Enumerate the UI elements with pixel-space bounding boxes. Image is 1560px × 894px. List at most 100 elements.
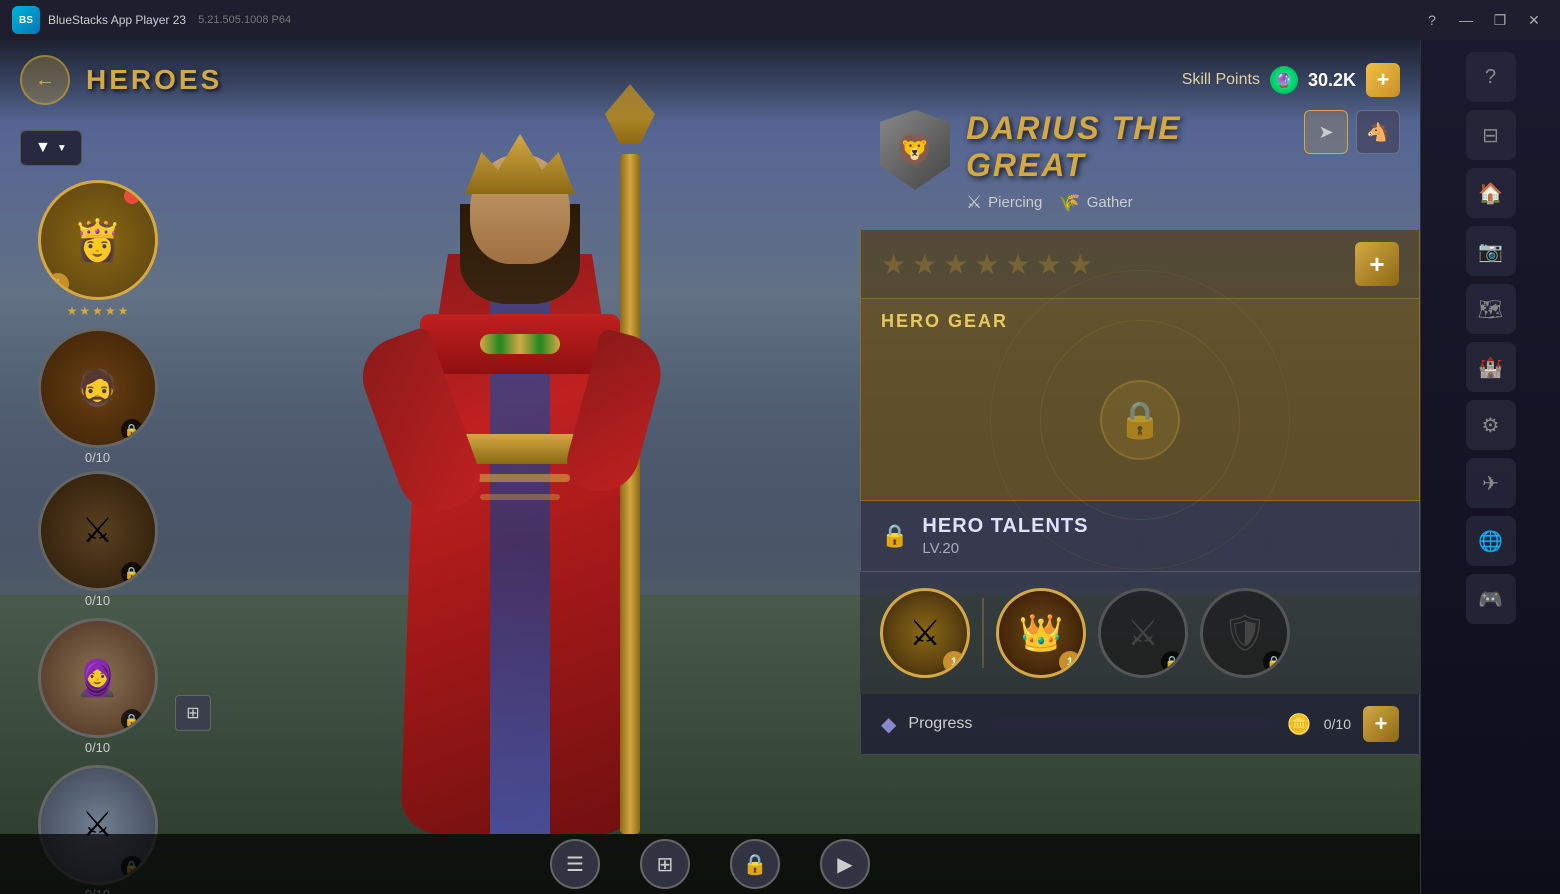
skill-points-label: Skill Points (1182, 71, 1260, 89)
skill-lock-4: 🔒 (1263, 651, 1285, 673)
bottom-list-button[interactable]: ☰ (550, 839, 600, 889)
crown (465, 134, 575, 194)
hero-item-2[interactable]: 🧔 🔒 0/10 (20, 328, 175, 465)
hero-lock-2: 🔒 (121, 419, 143, 441)
heroes-title: HEROES (86, 64, 222, 96)
grid-view-button[interactable]: ⊞ (175, 695, 211, 731)
piercing-label: Piercing (988, 194, 1042, 211)
skill-lock-3: 🔒 (1161, 651, 1183, 673)
back-icon: ← (35, 69, 55, 92)
bottom-lock-button[interactable]: 🔒 (730, 839, 780, 889)
hero-character-display (180, 54, 860, 834)
hero-tag-gather: 🌾 Gather (1058, 192, 1132, 213)
close-button[interactable]: ✕ (1520, 8, 1548, 32)
progress-coin-icon: 🪙 (1287, 712, 1312, 737)
talents-level: LV.20 (922, 540, 1399, 557)
filter-button[interactable]: ▼ ▼ (20, 130, 82, 166)
progress-section: ◆ Progress 🪙 0/10 + (860, 694, 1420, 755)
toolbar-screenshot-button[interactable]: 📷 (1466, 226, 1516, 276)
hero-gear-slots: 🔒 (861, 340, 1419, 500)
toolbar-settings-button[interactable]: ⚙ (1466, 400, 1516, 450)
title-bar-version: 5.21.505.1008 P64 (198, 14, 291, 26)
title-bar-controls: ? — ❐ ✕ (1418, 8, 1548, 32)
hero-action-btn-1[interactable]: ➤ (1304, 110, 1348, 154)
list-icon: ☰ (566, 852, 584, 877)
hero-badge-1 (124, 188, 140, 204)
skill-badge-2: 1 (1059, 651, 1081, 673)
hero-name: DARIUS THE GREAT (966, 110, 1288, 184)
hero-gear-title: HERO GEAR (861, 299, 1419, 340)
skill-icon-3[interactable]: ⚔ 🔒 (1098, 588, 1188, 678)
progress-label: Progress (908, 715, 972, 733)
action-arrow-icon: ➤ (1318, 122, 1333, 143)
forward-icon: ▶ (837, 852, 852, 877)
hero-count-3: 0/10 (20, 593, 175, 608)
hero-shield: 🦁 (880, 110, 950, 190)
star-empty-2: ★ (912, 248, 937, 281)
piercing-icon: ⚔ (966, 192, 982, 213)
toolbar-globe-button[interactable]: 🌐 (1466, 516, 1516, 566)
hero-item[interactable]: 👸 1 ★ ★ ★ ★ ★ (20, 180, 175, 318)
star-empty-7: ★ (1068, 248, 1093, 281)
hero-action-icons: ➤ 🐴 (1304, 110, 1400, 154)
hero-item-4[interactable]: 🧕 🔒 0/10 (20, 618, 175, 755)
hero-action-btn-2[interactable]: 🐴 (1356, 110, 1400, 154)
title-bar-left: BS BlueStacks App Player 23 5.21.505.100… (12, 6, 291, 34)
hero-list: 👸 1 ★ ★ ★ ★ ★ 🧔 🔒 0/10 ⊞ ⚔ (20, 180, 175, 894)
hero-avatar-3: ⚔ 🔒 (38, 471, 158, 591)
toolbar-map-button[interactable]: 🗺 (1466, 284, 1516, 334)
capture-icon: ⊞ (657, 852, 674, 877)
skill-icon-1[interactable]: ⚔ 1 (880, 588, 970, 678)
toolbar-castle-button[interactable]: 🏰 (1466, 342, 1516, 392)
hero-name-info: DARIUS THE GREAT ⚔ Piercing 🌾 Gather (966, 110, 1288, 213)
progress-add-button[interactable]: + (1363, 706, 1399, 742)
hero-figure (280, 74, 760, 834)
skill-icon-2[interactable]: 👑 1 (996, 588, 1086, 678)
star-empty-5: ★ (1005, 248, 1030, 281)
hero-stars-1: ★ ★ ★ ★ ★ (20, 304, 175, 318)
back-button[interactable]: ← (20, 55, 70, 105)
minimize-button[interactable]: — (1452, 8, 1480, 32)
shield-lion-icon: 🦁 (896, 133, 933, 168)
robe-stripe-2 (480, 494, 560, 500)
skill-points-value: 30.2K (1308, 70, 1356, 91)
hero-level-badge-1: 1 (47, 273, 69, 295)
toolbar-home-button[interactable]: 🏠 (1466, 168, 1516, 218)
restore-button[interactable]: ❐ (1486, 8, 1514, 32)
toolbar-controller-button[interactable]: 🎮 (1466, 574, 1516, 624)
stars-upgrade-button[interactable]: + (1355, 242, 1399, 286)
skill-icons-row: ⚔ 1 👑 1 ⚔ 🔒 🛡 🔒 (860, 572, 1420, 694)
title-bar: BS BlueStacks App Player 23 5.21.505.100… (0, 0, 1560, 40)
skill-icon-4[interactable]: 🛡 🔒 (1200, 588, 1290, 678)
right-panel: 🦁 DARIUS THE GREAT ⚔ Piercing 🌾 Gather (860, 90, 1420, 890)
bottom-forward-button[interactable]: ▶ (820, 839, 870, 889)
talents-title: HERO TALENTS (922, 515, 1399, 538)
skill-badge-1: 1 (943, 651, 965, 673)
progress-max: 10 (1335, 716, 1351, 732)
hero-lock-3: 🔒 (121, 562, 143, 584)
toolbar-minimize-button[interactable]: ⊟ (1466, 110, 1516, 160)
bluestacks-logo: BS (12, 6, 40, 34)
hero-item-3[interactable]: ⚔ 🔒 0/10 (20, 471, 175, 608)
gather-icon: 🌾 (1058, 192, 1080, 213)
right-toolbar: ? ⊟ 🏠 📷 🗺 🏰 ⚙ ✈ 🌐 🎮 (1420, 40, 1560, 894)
talents-lock-icon: 🔒 (881, 523, 908, 549)
title-bar-app-name: BlueStacks App Player 23 (48, 13, 186, 27)
hero-avatar-2: 🧔 🔒 (38, 328, 158, 448)
hero-gear-section: HERO GEAR 🔒 (860, 299, 1420, 501)
action-horse-icon: 🐴 (1367, 122, 1389, 143)
necklace (480, 334, 560, 354)
hero-tag-piercing: ⚔ Piercing (966, 192, 1042, 213)
help-button[interactable]: ? (1418, 8, 1446, 32)
gear-lock-icon: 🔒 (1100, 380, 1180, 460)
toolbar-help-button[interactable]: ? (1466, 52, 1516, 102)
star-empty-1: ★ (881, 248, 906, 281)
bottom-bar: ☰ ⊞ 🔒 ▶ (0, 834, 1420, 894)
bottom-capture-button[interactable]: ⊞ (640, 839, 690, 889)
star-empty-4: ★ (974, 248, 999, 281)
filter-bar: ▼ ▼ (20, 130, 82, 166)
toolbar-fly-button[interactable]: ✈ (1466, 458, 1516, 508)
star-empty-3: ★ (943, 248, 968, 281)
game-area: ← HEROES Skill Points 🔮 30.2K + ▼ ▼ 👸 1 … (0, 40, 1420, 894)
staff (620, 154, 640, 834)
